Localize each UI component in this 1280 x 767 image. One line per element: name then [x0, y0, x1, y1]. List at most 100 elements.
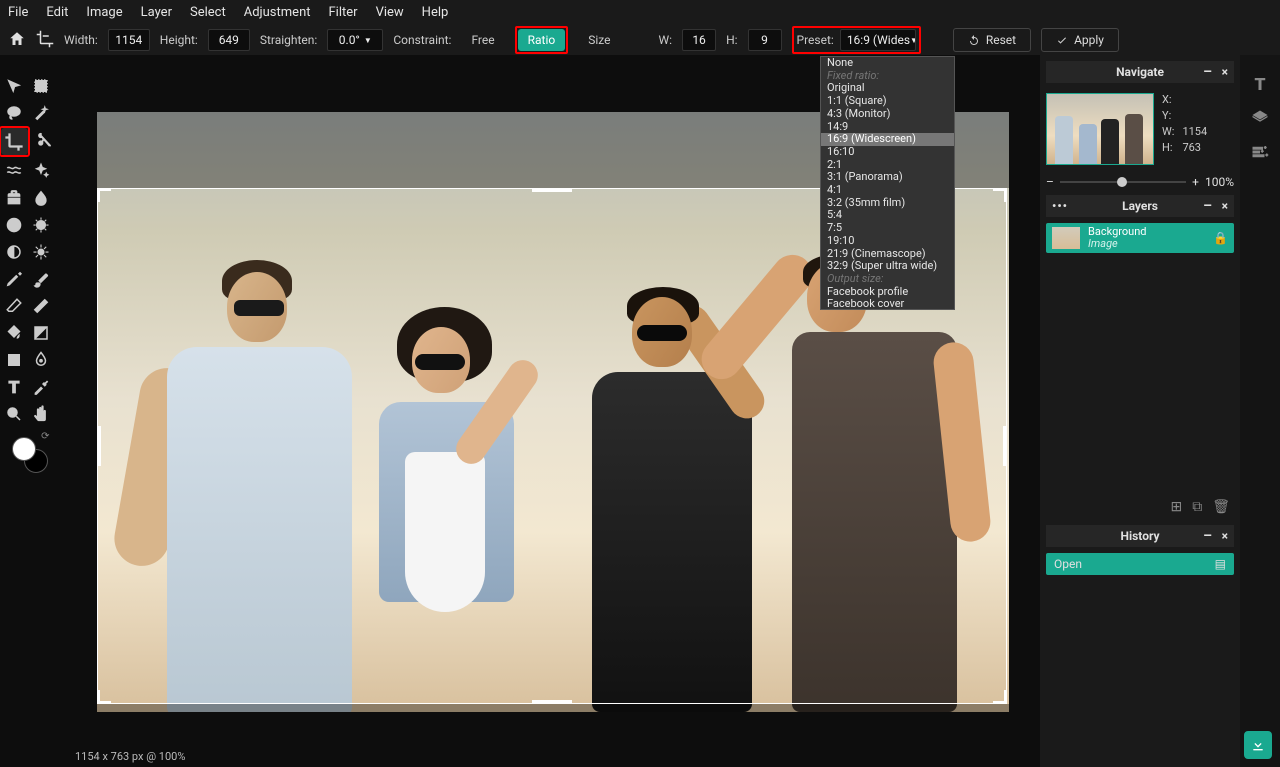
crop-dim-bottom: [97, 704, 1009, 712]
panel-minimize-icon[interactable]: –: [1203, 198, 1212, 214]
preset-option[interactable]: None: [821, 57, 954, 70]
panel-close-icon[interactable]: ×: [1222, 529, 1228, 543]
tool-clone[interactable]: [1, 184, 28, 211]
tool-blur[interactable]: [28, 184, 55, 211]
menu-view[interactable]: View: [376, 5, 404, 20]
tool-text[interactable]: [1, 373, 28, 400]
preset-option[interactable]: 16:10: [821, 146, 954, 159]
menu-select[interactable]: Select: [190, 5, 226, 20]
lock-icon[interactable]: 🔒: [1213, 231, 1228, 245]
tool-heal[interactable]: [28, 157, 55, 184]
nav-w-label: W:: [1162, 125, 1174, 138]
constraint-label: Constraint:: [393, 33, 451, 47]
tool-brush[interactable]: [28, 265, 55, 292]
history-item[interactable]: Open ▤: [1046, 553, 1234, 575]
tool-disperse[interactable]: [1, 211, 28, 238]
zoom-in-button[interactable]: +: [1192, 175, 1199, 189]
tool-focus[interactable]: [28, 238, 55, 265]
swap-colors-icon[interactable]: ⟳: [41, 431, 49, 442]
preset-option[interactable]: 1:1 (Square): [821, 95, 954, 108]
navigate-title: Navigate: [1116, 65, 1164, 79]
straighten-dropdown[interactable]: 0.0°▼: [327, 29, 383, 51]
text-panel-icon[interactable]: [1251, 75, 1269, 93]
layer-item[interactable]: Background Image 🔒: [1046, 223, 1234, 253]
preset-option: Output size:: [821, 273, 954, 286]
layers-title: Layers: [1122, 199, 1158, 213]
preset-option[interactable]: 19:10: [821, 235, 954, 248]
highlight-crop-tool: [0, 126, 30, 157]
tool-hand[interactable]: [28, 400, 55, 427]
apply-button[interactable]: Apply: [1041, 28, 1119, 52]
menu-layer[interactable]: Layer: [141, 5, 172, 20]
foreground-color[interactable]: [12, 437, 36, 461]
constraint-ratio-button[interactable]: Ratio: [518, 29, 566, 51]
panel-minimize-icon[interactable]: –: [1203, 528, 1212, 544]
menu-adjustment[interactable]: Adjustment: [244, 5, 311, 20]
tool-marquee[interactable]: [28, 72, 55, 99]
layers-panel-icon[interactable]: [1251, 109, 1269, 127]
tool-picker[interactable]: [28, 373, 55, 400]
duplicate-layer-icon[interactable]: ⧉: [1192, 499, 1202, 515]
tool-smudge[interactable]: [28, 346, 55, 373]
delete-layer-icon[interactable]: 🗑: [1212, 499, 1230, 515]
tool-draw[interactable]: [28, 292, 55, 319]
ratio-w-input[interactable]: [682, 29, 716, 51]
color-swatches[interactable]: ⟳: [8, 433, 48, 473]
navigate-panel-header: Navigate – ×: [1046, 61, 1234, 83]
preset-option[interactable]: 4:1: [821, 184, 954, 197]
add-layer-icon[interactable]: ⊞: [1170, 499, 1182, 515]
adjustments-panel-icon[interactable]: [1251, 143, 1269, 161]
history-title: History: [1120, 529, 1159, 543]
panel-close-icon[interactable]: ×: [1222, 199, 1228, 213]
constraint-free-button[interactable]: Free: [461, 29, 504, 51]
nav-h-label: H:: [1162, 141, 1174, 154]
tool-move[interactable]: [1, 72, 28, 99]
tool-dodge[interactable]: [1, 238, 28, 265]
tool-gradient[interactable]: [28, 319, 55, 346]
preset-option[interactable]: 4:3 (Monitor): [821, 108, 954, 121]
tool-lasso[interactable]: [1, 99, 28, 126]
tool-wand[interactable]: [28, 99, 55, 126]
menu-bar: File Edit Image Layer Select Adjustment …: [0, 0, 1280, 25]
preset-option[interactable]: 7:5: [821, 222, 954, 235]
menu-edit[interactable]: Edit: [46, 5, 68, 20]
preset-dropdown-list[interactable]: NoneFixed ratio:Original1:1 (Square)4:3 …: [820, 56, 955, 310]
menu-filter[interactable]: Filter: [329, 5, 358, 20]
status-bar: 1154 x 763 px @ 100%: [55, 745, 205, 767]
preset-option[interactable]: Facebook cover: [821, 298, 954, 310]
layer-thumbnail: [1052, 227, 1080, 249]
tool-cutout[interactable]: [30, 126, 57, 153]
home-icon[interactable]: [8, 30, 26, 51]
history-item-label: Open: [1054, 557, 1082, 571]
height-input[interactable]: [208, 29, 250, 51]
menu-image[interactable]: Image: [86, 5, 122, 20]
download-button[interactable]: [1244, 731, 1272, 759]
tool-eraser[interactable]: [1, 292, 28, 319]
crop-tool-indicator-icon: [36, 30, 54, 51]
zoom-slider[interactable]: [1060, 181, 1186, 183]
reset-button[interactable]: Reset: [953, 28, 1031, 52]
tool-zoom[interactable]: [1, 400, 28, 427]
straighten-label: Straighten:: [260, 33, 318, 47]
right-collapsed-strip: [1240, 55, 1280, 767]
menu-file[interactable]: File: [8, 5, 28, 20]
highlight-preset: Preset: 16:9 (Wides▼: [792, 26, 921, 54]
menu-help[interactable]: Help: [422, 5, 449, 20]
width-input[interactable]: [108, 29, 150, 51]
panel-close-icon[interactable]: ×: [1222, 65, 1228, 79]
navigate-thumbnail[interactable]: [1046, 93, 1154, 165]
ratio-h-input[interactable]: [748, 29, 782, 51]
history-item-icon: ▤: [1215, 557, 1226, 571]
nav-h: 763: [1182, 141, 1207, 154]
zoom-out-button[interactable]: –: [1046, 175, 1054, 189]
preset-dropdown[interactable]: 16:9 (Wides▼: [840, 29, 916, 51]
tool-crop[interactable]: [1, 128, 28, 155]
panel-minimize-icon[interactable]: –: [1203, 64, 1212, 80]
constraint-size-button[interactable]: Size: [578, 29, 620, 51]
tool-liquify[interactable]: [1, 157, 28, 184]
tool-shape[interactable]: [1, 346, 28, 373]
tool-sponge[interactable]: [28, 211, 55, 238]
tool-fill[interactable]: [1, 319, 28, 346]
tool-pen[interactable]: [1, 265, 28, 292]
panel-options-icon[interactable]: •••: [1052, 199, 1068, 213]
